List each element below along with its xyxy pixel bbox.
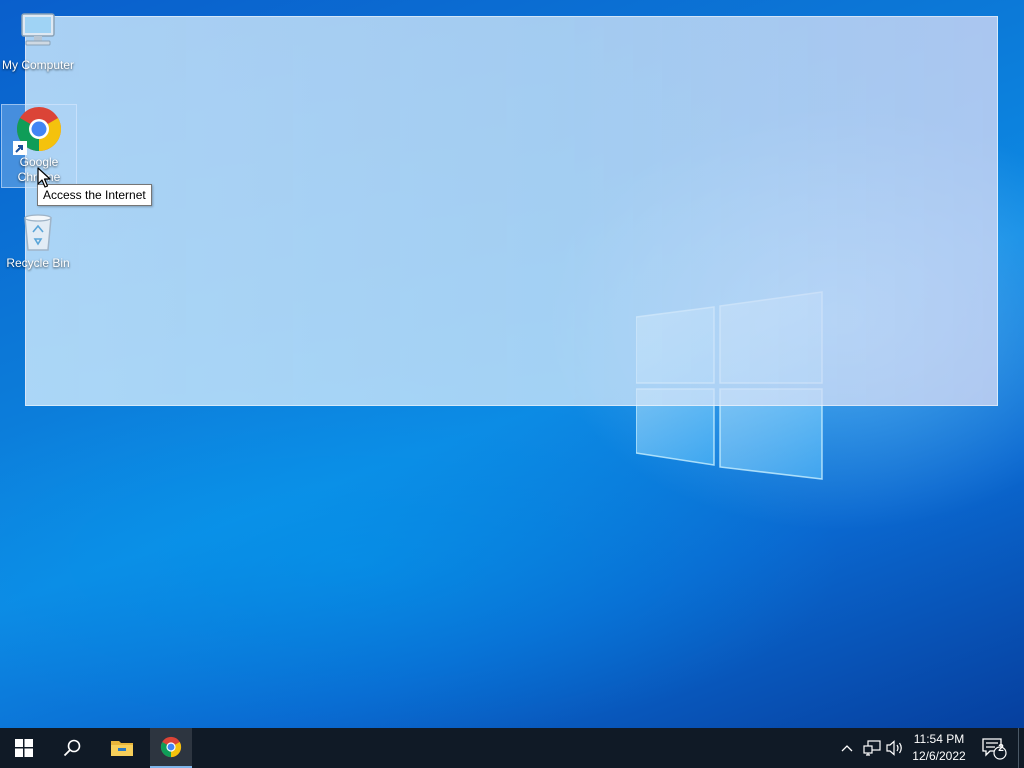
recycle-bin-icon <box>14 206 62 254</box>
notification-count-badge: 2 <box>998 743 1004 754</box>
windows-start-icon <box>15 739 33 757</box>
network-icon <box>863 740 881 756</box>
volume-tray-button[interactable] <box>884 728 906 768</box>
clock-time: 11:54 PM <box>913 732 965 746</box>
start-button[interactable] <box>0 728 48 768</box>
computer-icon <box>14 8 62 56</box>
chrome-icon <box>13 105 63 155</box>
chrome-taskbar-button[interactable] <box>150 728 192 768</box>
show-desktop-button[interactable] <box>1018 728 1024 768</box>
desktop-icon-my-computer[interactable]: My Computer <box>0 8 76 73</box>
action-center-button[interactable]: 2 <box>978 728 1010 768</box>
mouse-cursor-icon <box>37 167 51 188</box>
desktop-icon-recycle-bin[interactable]: Recycle Bin <box>0 206 76 271</box>
chevron-up-icon <box>841 745 853 752</box>
network-tray-button[interactable] <box>860 728 884 768</box>
search-button[interactable] <box>48 728 96 768</box>
search-icon <box>63 739 81 757</box>
taskbar: 11:54 PM 12/6/2022 2 <box>0 728 1024 768</box>
file-explorer-taskbar-button[interactable] <box>98 728 146 768</box>
desktop-icon-label: Recycle Bin <box>6 256 70 270</box>
taskbar-clock[interactable]: 11:54 PM 12/6/2022 <box>906 728 972 768</box>
shortcut-arrow-icon <box>13 141 27 155</box>
folder-icon <box>111 741 133 756</box>
desktop[interactable]: My Computer Google Chrome <box>0 0 1024 728</box>
clock-date: 12/6/2022 <box>912 749 966 763</box>
volume-icon <box>886 740 902 756</box>
desktop-icon-label: My Computer <box>1 58 75 72</box>
chrome-tooltip: Access the Internet <box>37 184 152 206</box>
chrome-icon <box>160 736 182 758</box>
translucent-window-overlay <box>25 16 998 406</box>
show-hidden-icons-button[interactable] <box>836 728 858 768</box>
